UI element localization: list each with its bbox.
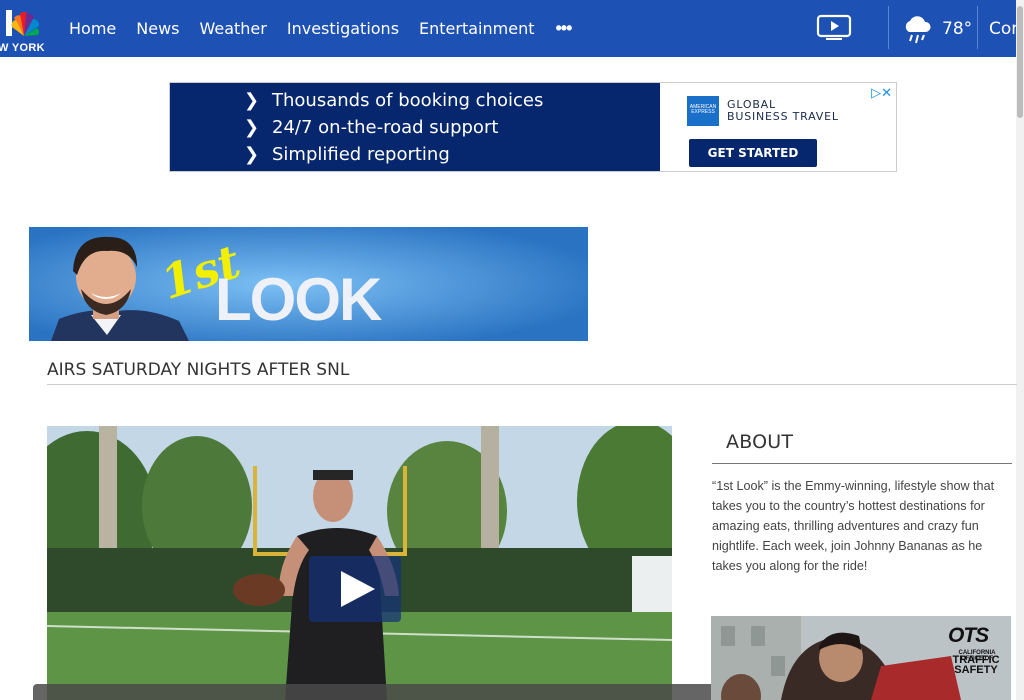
ots-logo: OTS <box>948 624 989 647</box>
header-divider <box>888 6 889 49</box>
show-banner: 1st LOOK <box>29 227 588 341</box>
page-scrollbar[interactable] <box>1016 0 1024 700</box>
ad-line: ❯ Thousands of booking choices <box>244 90 544 111</box>
peacock-logo-icon <box>6 10 40 37</box>
nav-entertainment[interactable]: Entertainment <box>419 19 534 38</box>
amex-logo: AMERICAN EXPRESS <box>687 96 719 126</box>
nav-news[interactable]: News <box>136 19 179 38</box>
get-started-button[interactable]: GET STARTED <box>689 139 817 167</box>
more-menu-icon[interactable]: ••• <box>555 18 572 39</box>
play-button[interactable] <box>309 556 401 622</box>
nav-home[interactable]: Home <box>69 19 116 38</box>
video-player[interactable] <box>47 426 672 700</box>
show-logo-look: LOOK <box>215 266 382 333</box>
display-ad[interactable]: ❯ Thousands of booking choices ❯ 24/7 on-t… <box>169 82 897 172</box>
chevron-right-icon: ❯ <box>244 90 260 111</box>
ad-brand: GLOBAL BUSINESS TRAVEL <box>727 98 839 123</box>
station-logo[interactable]: W YORK <box>0 8 45 54</box>
divider <box>47 384 1017 385</box>
play-icon <box>341 571 375 607</box>
tv-play-icon[interactable] <box>816 14 852 42</box>
temperature[interactable]: 78° <box>942 19 972 39</box>
ad-choices-icon[interactable]: ▷✕ <box>871 85 892 101</box>
ad-line: ❯ 24/7 on-the-road support <box>244 117 499 138</box>
header-divider <box>977 6 978 49</box>
chevron-right-icon: ❯ <box>244 117 260 138</box>
air-time-heading: AIRS SATURDAY NIGHTS AFTER SNL <box>47 360 350 380</box>
side-ad[interactable]: OTS CALIFORNIA OFFICE OF TRAFFIC SAFETY <box>711 616 1011 700</box>
logo-text: W YORK <box>0 42 45 54</box>
scrollbar-thumb[interactable] <box>1017 6 1023 118</box>
about-description: “1st Look” is the Emmy-winning, lifestyl… <box>712 479 995 573</box>
site-header: W YORK Home News Weather Investigations … <box>0 0 1024 57</box>
nav-investigations[interactable]: Investigations <box>287 19 399 38</box>
nav-weather[interactable]: Weather <box>199 19 266 38</box>
main-nav: Home News Weather Investigations Enterta… <box>60 0 572 57</box>
chevron-right-icon: ❯ <box>244 144 260 165</box>
ad-line: ❯ Simplified reporting <box>244 144 450 165</box>
ad-message-panel: ❯ Thousands of booking choices ❯ 24/7 on-t… <box>170 83 660 171</box>
rain-cloud-icon[interactable] <box>902 14 932 46</box>
traffic-safety-text: TRAFFIC SAFETY <box>952 654 1000 676</box>
divider <box>712 463 1012 464</box>
about-heading: ABOUT <box>726 431 794 453</box>
